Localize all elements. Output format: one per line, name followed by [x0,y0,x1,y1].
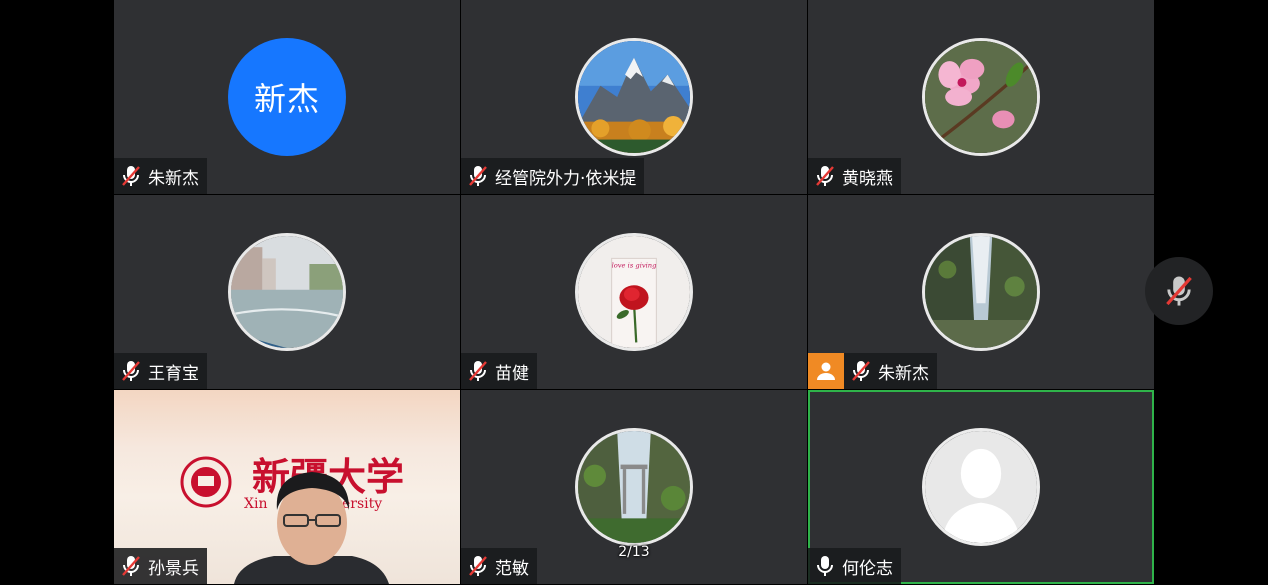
participant-tile[interactable]: love is giving 苗健 [461,195,807,389]
mic-muted-icon [114,158,148,194]
participant-name: 范敏 [495,558,529,579]
name-label-bar: 王育宝 [114,353,207,389]
name-label-bar: 孙景兵 [114,548,207,584]
participant-tile[interactable]: 黄晓燕 [808,0,1154,194]
default-person-avatar [922,428,1040,546]
participant-tile-active[interactable]: 何伦志 [808,390,1154,584]
participant-tile[interactable]: 经管院外力·依米提 [461,0,807,194]
mic-muted-icon [461,353,495,389]
avatar: 新杰 [228,38,346,156]
participant-grid: 新杰 朱新杰 经管院外力·依米提 黄晓燕 王育宝 love is giving … [114,0,1154,585]
lake-photo-avatar [228,233,346,351]
participant-tile[interactable]: 朱新杰 [808,195,1154,389]
canyon-photo-avatar [922,233,1040,351]
name-label-bar: 朱新杰 [114,158,207,194]
participant-name: 朱新杰 [878,363,929,384]
mic-muted-icon [114,353,148,389]
mic-on-icon [808,548,842,584]
host-badge-icon [808,353,844,389]
participant-name: 苗健 [495,363,529,384]
participant-name: 黄晓燕 [842,168,893,189]
name-label-bar: 经管院外力·依米提 [461,158,645,194]
participant-name: 何伦志 [842,558,893,579]
page-indicator: 2/13 [618,544,650,560]
name-label-bar: 黄晓燕 [808,158,901,194]
university-english-left: Xin [244,496,267,512]
name-label-bar: 苗健 [461,353,537,389]
rose-photo-avatar: love is giving [575,233,693,351]
participant-video-tile[interactable]: 新疆大学 Xin ersity 孙景兵 [114,390,460,584]
participant-tile[interactable]: 2/13 范敏 [461,390,807,584]
participant-tile[interactable]: 王育宝 [114,195,460,389]
name-label-bar: 朱新杰 [808,353,937,389]
mic-muted-icon [114,548,148,584]
mic-muted-icon [461,548,495,584]
participant-name: 王育宝 [148,363,199,384]
mountain-photo-avatar [575,38,693,156]
cliff-photo-avatar [575,428,693,546]
mic-muted-icon [808,158,842,194]
mute-toggle-button[interactable] [1145,257,1213,325]
mic-muted-icon [461,158,495,194]
mic-muted-icon [844,353,878,389]
mic-muted-icon [1166,276,1192,306]
name-label-bar: 范敏 [461,548,537,584]
flower-photo-avatar [922,38,1040,156]
participant-tile[interactable]: 新杰 朱新杰 [114,0,460,194]
participant-name: 朱新杰 [148,168,199,189]
name-label-bar: 何伦志 [808,548,901,584]
participant-name: 孙景兵 [148,558,199,579]
rose-caption: love is giving [612,261,658,269]
participant-name: 经管院外力·依米提 [495,168,637,189]
